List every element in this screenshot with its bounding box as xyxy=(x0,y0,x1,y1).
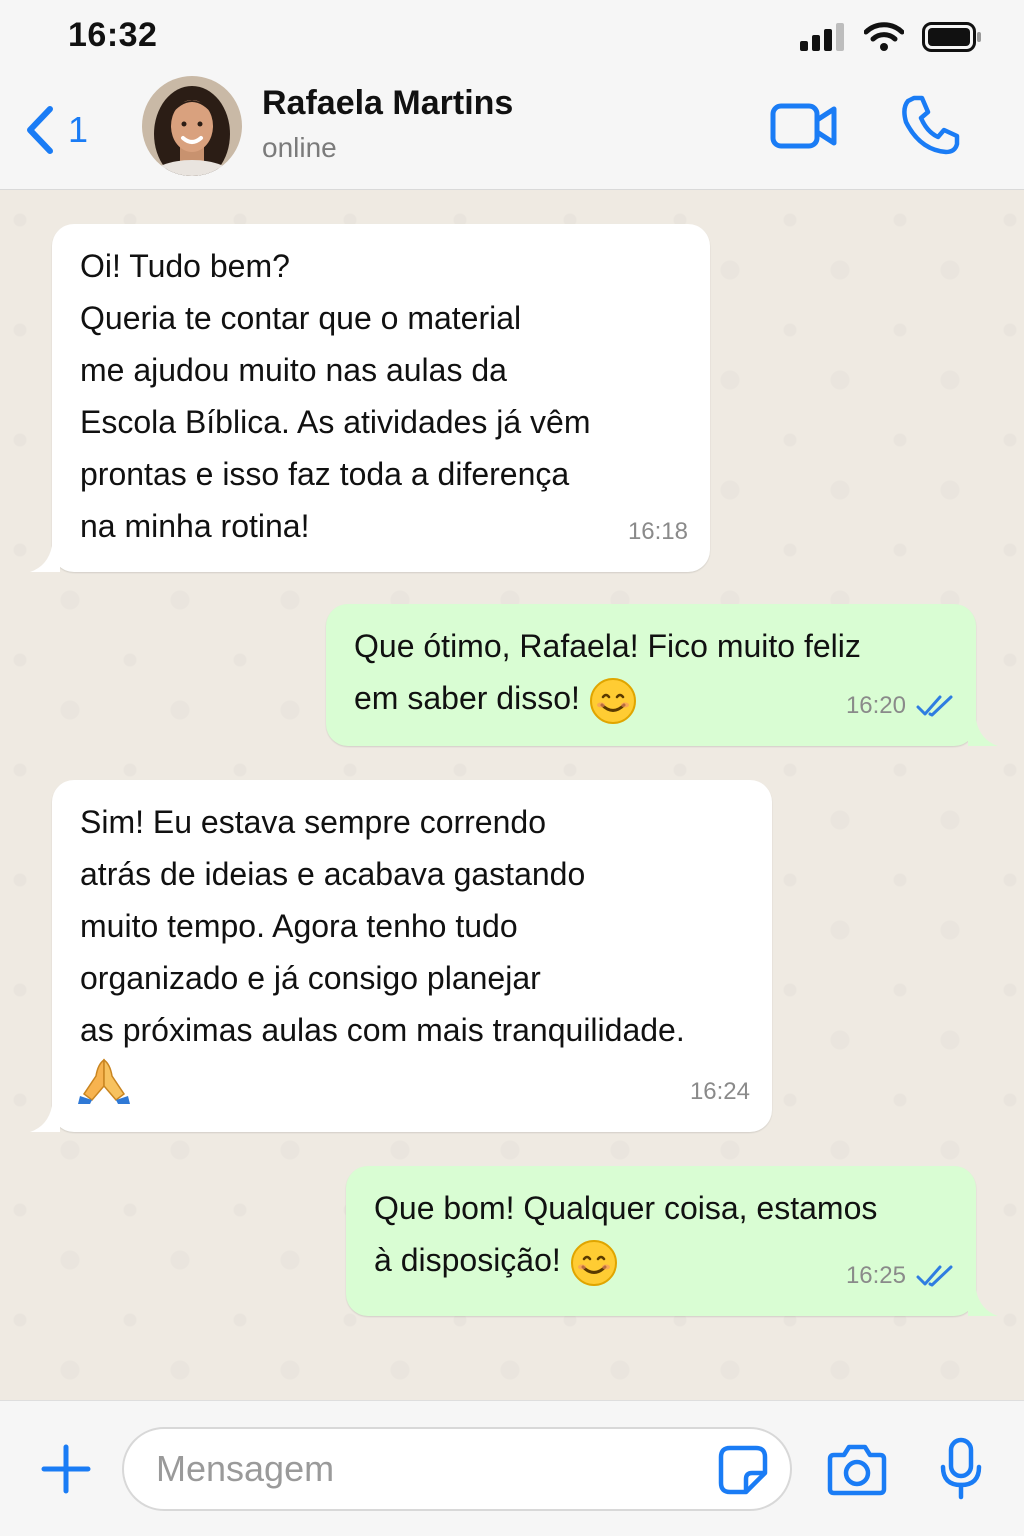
microphone-icon xyxy=(940,1437,982,1500)
battery-icon xyxy=(922,22,981,52)
folded-hands-emoji-icon xyxy=(78,1058,130,1104)
message-time: 16:20 xyxy=(845,692,906,719)
message-time: 16:25 xyxy=(845,1262,906,1289)
microphone-button[interactable] xyxy=(940,1437,982,1501)
sticker-button[interactable] xyxy=(718,1445,768,1495)
message-text: Que ótimo, Rafaela! Fico muito feliz em … xyxy=(354,620,861,725)
message-meta: 16:18 xyxy=(628,506,688,558)
contact-status: online xyxy=(262,132,337,163)
incoming-message[interactable]: Oi! Tudo bem? Queria te contar que o mat… xyxy=(30,224,710,572)
smiling-face-emoji-icon xyxy=(570,1239,617,1286)
contact-avatar[interactable] xyxy=(142,76,242,176)
unread-count: 1 xyxy=(68,109,89,150)
outgoing-message[interactable]: Que bom! Qualquer coisa, estamos à dispo… xyxy=(346,1166,998,1316)
double-check-read-icon xyxy=(916,695,953,717)
status-icons xyxy=(800,20,982,54)
message-time: 16:18 xyxy=(627,518,688,545)
bubble-tail xyxy=(30,546,60,572)
chat-header: 1 Rafaela Martins online xyxy=(0,76,1024,190)
message-text: Sim! Eu estava sempre correndo atrás de … xyxy=(80,804,685,1048)
bubble-tail xyxy=(30,1106,60,1132)
bubble-tail xyxy=(968,720,998,746)
wifi-icon xyxy=(864,22,904,51)
message-text: Oi! Tudo bem? Queria te contar que o mat… xyxy=(80,248,591,544)
contact-name[interactable]: Rafaela Martins xyxy=(262,84,513,123)
plus-icon xyxy=(41,1444,91,1494)
smiling-face-emoji-icon xyxy=(589,677,636,724)
message-meta: 16:25 xyxy=(846,1250,954,1302)
outgoing-message[interactable]: Que ótimo, Rafaela! Fico muito feliz em … xyxy=(326,604,998,746)
message-meta: 16:20 xyxy=(846,680,954,732)
video-camera-icon xyxy=(770,103,837,149)
avatar-image xyxy=(142,76,242,176)
phone-icon xyxy=(902,95,960,155)
status-bar: 16:32 xyxy=(0,0,1024,76)
message-time: 16:24 xyxy=(689,1078,750,1105)
message-text-content: Que bom! Qualquer coisa, estamos à dispo… xyxy=(374,1190,878,1278)
message-input[interactable] xyxy=(122,1427,792,1511)
camera-button[interactable] xyxy=(826,1441,888,1497)
cellular-signal-icon xyxy=(800,23,844,51)
double-check-read-icon xyxy=(916,1265,953,1287)
composer-bar xyxy=(0,1400,1024,1536)
incoming-message[interactable]: Sim! Eu estava sempre correndo atrás de … xyxy=(30,780,772,1132)
bubble-tail xyxy=(968,1290,998,1316)
sticker-icon xyxy=(718,1445,768,1495)
voice-call-button[interactable] xyxy=(900,94,960,156)
video-call-button[interactable] xyxy=(770,98,840,154)
message-meta: 16:24 xyxy=(690,1066,750,1118)
camera-icon xyxy=(827,1444,887,1496)
message-text: Que bom! Qualquer coisa, estamos à dispo… xyxy=(374,1182,877,1287)
back-button[interactable]: 1 xyxy=(22,102,112,158)
chevron-left-icon xyxy=(27,106,53,154)
message-list[interactable]: Oi! Tudo bem? Queria te contar que o mat… xyxy=(0,190,1024,1400)
status-time: 16:32 xyxy=(68,16,158,54)
attach-button[interactable] xyxy=(40,1443,92,1495)
